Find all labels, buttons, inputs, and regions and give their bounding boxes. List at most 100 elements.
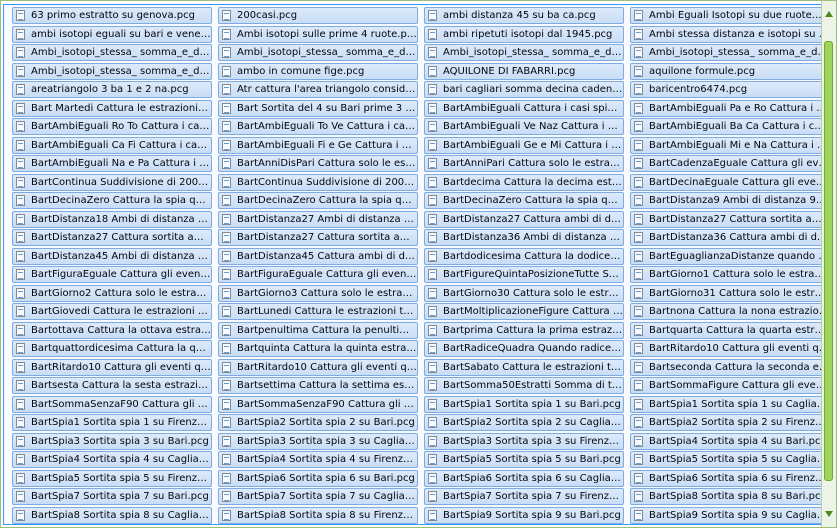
- file-item[interactable]: Bartseconda Cattura la seconda estr...: [630, 358, 830, 376]
- file-item[interactable]: BartContinua Suddivisione di 200 est...: [12, 173, 212, 191]
- file-item[interactable]: BartDistanza27 Cattura sortita ambi ...: [218, 229, 418, 246]
- file-item[interactable]: BartSpia4 Sortita spia 4 su Firenze.pcg: [218, 451, 418, 468]
- file-item[interactable]: Ambi stessa distanza e isotopi su bar...: [630, 25, 830, 43]
- file-item[interactable]: BartFigureQuintaPosizioneTutte Sort...: [424, 266, 624, 283]
- scrollbar-thumb[interactable]: [824, 41, 833, 481]
- file-item[interactable]: BartRitardo10 Cattura gli eventi qua...: [218, 358, 418, 376]
- file-item[interactable]: Bartottava Cattura la ottava estrazio...: [12, 321, 212, 339]
- file-item[interactable]: BartAmbiEguali Ve Naz Cattura i ca...: [424, 118, 624, 135]
- file-item[interactable]: BartDecinaZero Cattura la spia quan...: [218, 192, 418, 209]
- file-item[interactable]: BartGiorno1 Cattura solo le estrazion...: [630, 266, 830, 283]
- file-item[interactable]: BartSpia1 Sortita spia 1 su Firenze.pcg: [12, 414, 212, 431]
- file-item[interactable]: BartAmbiEguali Ro To Cattura i casi...: [12, 118, 212, 135]
- file-item[interactable]: BartSommaSenzaF90 Cattura gli eve...: [12, 395, 212, 413]
- file-item[interactable]: BartSpia6 Sortita spia 6 su Bari.pcg: [218, 469, 418, 487]
- file-item[interactable]: BartFiguraEguale Cattura gli eventi q...: [12, 266, 212, 283]
- file-item[interactable]: BartAmbiEguali Ge e Mi Cattura i ca...: [424, 136, 624, 154]
- file-item[interactable]: BartGiorno30 Cattura solo le estrazio...: [424, 284, 624, 302]
- file-item[interactable]: 200casi.pcg: [218, 7, 418, 24]
- scroll-down-arrow-icon[interactable]: [825, 511, 833, 517]
- file-item[interactable]: BartMoltiplicazioneFigure Cattura gli...: [424, 303, 624, 320]
- file-item[interactable]: Ambi isotopi sulle prime 4 ruote.pcg: [218, 25, 418, 43]
- file-item[interactable]: BartDistanza27 Cattura sortita ambi ...: [630, 210, 830, 228]
- file-item[interactable]: BartGiorno3 Cattura solo le estrazion...: [218, 284, 418, 302]
- file-item[interactable]: aquilone formule.pcg: [630, 62, 830, 80]
- file-item[interactable]: BartSpia1 Sortita spia 1 su Cagliari.pcg: [630, 395, 830, 413]
- file-item[interactable]: BartSpia1 Sortita spia 1 su Bari.pcg: [424, 395, 624, 413]
- file-item[interactable]: BartSpia2 Sortita spia 2 su Cagliari.pcg: [424, 414, 624, 431]
- file-item[interactable]: Ambi_isotopi_stessa_ somma_e_dist...: [218, 44, 418, 61]
- file-item[interactable]: BartDistanza27 Cattura ambi di dista...: [424, 210, 624, 228]
- file-item[interactable]: Ambi_isotopi_stessa_ somma_e_dist...: [12, 62, 212, 80]
- file-item[interactable]: BartSpia8 Sortita spia 8 su Cagliari.pcg: [12, 506, 212, 524]
- file-item[interactable]: AQUILONE DI FABARRI.pcg: [424, 62, 624, 80]
- file-item[interactable]: BartSpia2 Sortita spia 2 su Bari.pcg: [218, 414, 418, 431]
- file-item[interactable]: BartGiorno2 Cattura solo le estrazion...: [12, 284, 212, 302]
- file-item[interactable]: BartSpia5 Sortita spia 5 su Cagliari.pcg: [630, 451, 830, 468]
- file-item[interactable]: Bartquattordicesima Cattura la quatt...: [12, 340, 212, 357]
- file-item[interactable]: BartAmbiEguali Ba Ca Cattura i casi ...: [630, 118, 830, 135]
- file-item[interactable]: BartDistanza45 Ambi di distanza 45 t...: [12, 247, 212, 265]
- file-item[interactable]: BartSpia7 Sortita spia 7 su Firenze.pcg: [424, 488, 624, 505]
- file-item[interactable]: Bart Sortita del 4 su Bari prime 3 posi.…: [218, 99, 418, 117]
- file-item[interactable]: BartDistanza9 Ambi di distanza 9 tra ...: [630, 192, 830, 209]
- file-item[interactable]: BartDistanza36 Ambi di distanza 36 t...: [424, 229, 624, 246]
- file-item[interactable]: BartDecinaEguale Cattura gli eventi ...: [630, 173, 830, 191]
- file-item[interactable]: BartAmbiEguali Na e Pa Cattura i ca...: [12, 155, 212, 172]
- file-item[interactable]: BartLunedi Cattura le estrazioni tenu...: [218, 303, 418, 320]
- file-item[interactable]: BartSpia9 Sortita spia 9 su Bari.pcg: [424, 506, 624, 524]
- file-item[interactable]: BartRitardo10 Cattura gli eventi qua...: [630, 340, 830, 357]
- file-item[interactable]: BartSpia4 Sortita spia 4 su Cagliari.pcg: [12, 451, 212, 468]
- file-item[interactable]: Ambi_isotopi_stessa_ somma_e_dist...: [630, 44, 830, 61]
- file-item[interactable]: Ambi_isotopi_stessa_ somma_e_dist...: [12, 44, 212, 61]
- file-item[interactable]: BartSpia3 Sortita spia 3 su Firenze.pcg: [424, 432, 624, 450]
- file-item[interactable]: BartSomma50Estratti Somma di tutti...: [424, 377, 624, 394]
- scroll-up-arrow-icon[interactable]: [825, 11, 833, 17]
- file-item[interactable]: BartDistanza27 Cattura sortita ambi ...: [12, 229, 212, 246]
- file-item[interactable]: BartSpia3 Sortita spia 3 su Cagliari.pcg: [218, 432, 418, 450]
- file-item[interactable]: areatriangolo 3 ba 1 e 2 na.pcg: [12, 81, 212, 98]
- file-item[interactable]: BartDistanza45 Cattura ambi di dista...: [218, 247, 418, 265]
- file-item[interactable]: BartDistanza18 Ambi di distanza 18 t...: [12, 210, 212, 228]
- file-item[interactable]: ambo in comune fige.pcg: [218, 62, 418, 80]
- file-item[interactable]: BartDistanza27 Ambi di distanza 27 t...: [218, 210, 418, 228]
- file-item[interactable]: bari cagliari somma decina cadenza ...: [424, 81, 624, 98]
- file-item[interactable]: BartSpia5 Sortita spia 5 su Firenze.pcg: [12, 469, 212, 487]
- file-item[interactable]: BartSpia3 Sortita spia 3 su Bari.pcg: [12, 432, 212, 450]
- file-item[interactable]: BartDecinaZero Cattura la spia quan...: [12, 192, 212, 209]
- file-item[interactable]: Bartdecima Cattura la decima estrazi...: [424, 173, 624, 191]
- file-item[interactable]: BartSpia6 Sortita spia 6 su Firenze.pcg: [630, 469, 830, 487]
- file-item[interactable]: BartAnniPari Cattura solo le estrazio...: [424, 155, 624, 172]
- file-item[interactable]: BartAmbiEguali Mi e Na Cattura i ca...: [630, 136, 830, 154]
- file-item[interactable]: Bartsesta Cattura la sesta estrazione ..…: [12, 377, 212, 394]
- file-item[interactable]: BartContinua Suddivisione di 200 est...: [218, 173, 418, 191]
- file-item[interactable]: BartSpia7 Sortita spia 7 su Cagliari.pcg: [218, 488, 418, 505]
- file-item[interactable]: BartSpia7 Sortita spia 7 su Bari.pcg: [12, 488, 212, 505]
- file-item[interactable]: ambi distanza 45 su ba ca.pcg: [424, 7, 624, 24]
- file-item[interactable]: BartAmbiEguali Pa e Ro Cattura i ca...: [630, 99, 830, 117]
- file-item[interactable]: Ambi Eguali Isotopi su due ruote.pcg: [630, 7, 830, 24]
- file-item[interactable]: ambi ripetuti isotopi dal 1945.pcg: [424, 25, 624, 43]
- file-item[interactable]: Ambi_isotopi_stessa_ somma_e_dist...: [424, 44, 624, 61]
- file-item[interactable]: BartGiorno31 Cattura solo le estrazio...: [630, 284, 830, 302]
- file-item[interactable]: BartSpia4 Sortita spia 4 su Bari.pcg: [630, 432, 830, 450]
- file-item[interactable]: BartAmbiEguali Fi e Ge Cattura i cas...: [218, 136, 418, 154]
- file-item[interactable]: BartAmbiEguali To Ve Cattura i casi ...: [218, 118, 418, 135]
- file-item[interactable]: Bartquarta Cattura la quarta estrazio...: [630, 321, 830, 339]
- file-item[interactable]: BartAnniDisPari Cattura solo le estra...: [218, 155, 418, 172]
- file-item[interactable]: BartRitardo10 Cattura gli eventi qua...: [12, 358, 212, 376]
- file-item[interactable]: BartSpia8 Sortita spia 8 su Firenze.pcg: [218, 506, 418, 524]
- vertical-scrollbar[interactable]: [821, 1, 836, 527]
- file-item[interactable]: Bart Martedi Cattura le estrazioni ten..…: [12, 99, 212, 117]
- file-item[interactable]: Bartdodicesima Cattura la dodicesi...: [424, 247, 624, 265]
- file-item[interactable]: BartSommaSenzaF90 Cattura gli eve...: [218, 395, 418, 413]
- file-item[interactable]: Bartsettima Cattura la settima estrazi..…: [218, 377, 418, 394]
- file-item[interactable]: Bartnona Cattura la nona estrazione ...: [630, 303, 830, 320]
- file-item[interactable]: BartRadiceQuadra Quando radice q...: [424, 340, 624, 357]
- file-item[interactable]: BartSpia8 Sortita spia 8 su Bari.pcg: [630, 488, 830, 505]
- file-item[interactable]: BartCadenzaEguale Cattura gli event...: [630, 155, 830, 172]
- file-item[interactable]: BartSpia9 Sortita spia 9 su Cagliari.pcg: [630, 506, 830, 524]
- file-item[interactable]: BartGiovedi Cattura le estrazioni ten...: [12, 303, 212, 320]
- file-item[interactable]: ambi isotopi eguali su bari e venezia ..…: [12, 25, 212, 43]
- file-item[interactable]: BartDistanza36 Cattura ambi di dista...: [630, 229, 830, 246]
